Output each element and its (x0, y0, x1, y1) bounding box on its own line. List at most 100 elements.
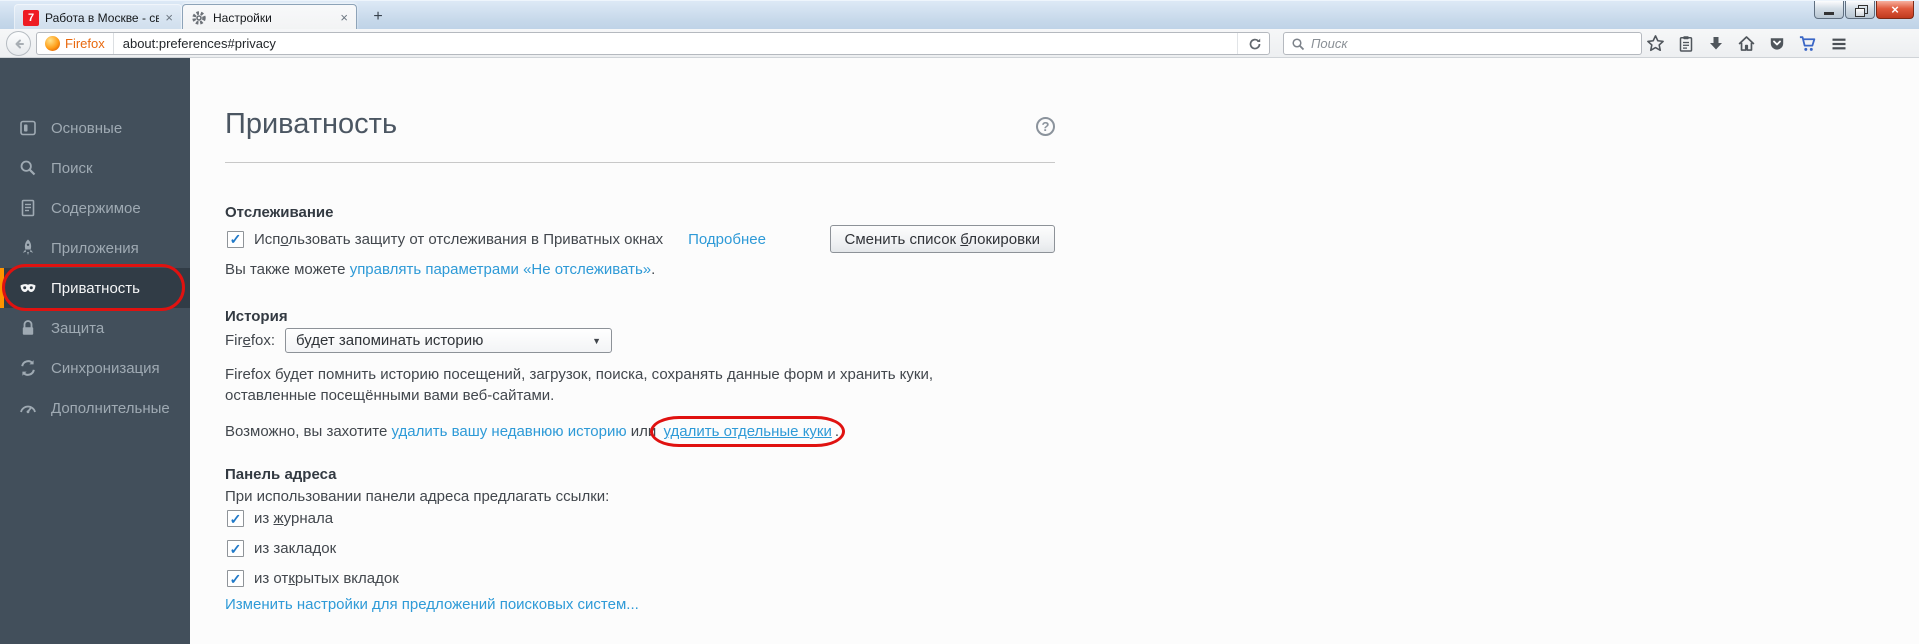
search-input[interactable] (1311, 36, 1634, 51)
toolbar-buttons (1646, 29, 1849, 58)
firefox-will-label: Firefox: (225, 332, 276, 349)
window-controls: × (1813, 1, 1914, 19)
clear-prefix-text: Возможно, вы захотите (225, 423, 392, 440)
sidebar-item-label: Основные (51, 119, 123, 137)
tab-rabota-v-moskve[interactable]: 7 Работа в Москве - свежие... × (14, 4, 182, 30)
sync-icon (21, 360, 35, 376)
preferences-content: Приватность ? Отслеживание ✓ Использоват… (190, 58, 1919, 644)
tab-title: Настройки (213, 10, 272, 25)
new-tab-button[interactable]: + (366, 7, 390, 26)
back-button[interactable] (6, 31, 31, 56)
bookmarks-menu-button[interactable] (1677, 35, 1695, 53)
sidebar-item-sync[interactable]: Синхронизация (0, 348, 190, 388)
clear-recent-history-link[interactable]: удалить вашу недавнюю историю (391, 423, 626, 440)
lock-icon (22, 320, 34, 335)
title-divider (225, 162, 1055, 163)
history-mode-dropdown[interactable]: будет запоминать историю ▼ (285, 328, 613, 353)
dnt-suffix-text: . (651, 261, 656, 278)
help-button[interactable]: ? (1036, 117, 1055, 136)
site-favicon: 7 (23, 9, 39, 26)
sidebar-item-label: Приложения (51, 239, 139, 257)
tab-title: Работа в Москве - свежие... (45, 10, 160, 25)
sidebar-item-advanced[interactable]: Дополнительные (0, 388, 190, 428)
checkmark-icon: ✓ (229, 540, 242, 557)
suggest-bookmarks-label: из закладок (254, 540, 337, 557)
cart-extension-button[interactable] (1798, 34, 1817, 53)
section-header-tracking: Отслеживание (225, 204, 334, 221)
reload-button[interactable] (1237, 33, 1263, 54)
suggest-bookmarks-row: ✓ из закладок (225, 540, 336, 557)
close-tab-icon[interactable]: × (165, 11, 173, 24)
clear-suffix-text: . (834, 423, 840, 440)
tracking-protection-checkbox[interactable]: ✓ (227, 230, 244, 248)
preferences-sidebar: Основные Поиск Содержимое Приложения При… (0, 58, 190, 644)
history-mode-row: Firefox: будет запоминать историю ▼ (225, 328, 613, 353)
checkmark-icon: ✓ (229, 570, 242, 587)
hamburger-icon (1832, 38, 1846, 49)
minimize-icon (1824, 11, 1834, 15)
history-description: Firefox будет помнить историю посещений,… (225, 366, 934, 404)
clear-history-row: Возможно, вы захотите удалить вашу недав… (225, 416, 845, 447)
close-tab-icon[interactable]: × (340, 11, 348, 24)
sidebar-item-search[interactable]: Поиск (0, 148, 190, 188)
tab-settings[interactable]: Настройки × (182, 4, 357, 30)
checkmark-icon: ✓ (229, 231, 242, 247)
rocket-icon (22, 239, 34, 256)
change-block-list-button[interactable]: Сменить список блокировки (829, 225, 1055, 253)
close-window-button[interactable]: × (1876, 1, 1914, 19)
manage-dnt-link[interactable]: управлять параметрами «Не отслеживать» (350, 261, 651, 278)
back-arrow-icon (15, 39, 24, 48)
suggest-open-tabs-row: ✓ из открытых вкладок (225, 570, 399, 587)
page-title: Приватность (225, 108, 398, 140)
minimize-button[interactable] (1814, 1, 1844, 19)
sidebar-item-applications[interactable]: Приложения (0, 228, 190, 268)
download-arrow-icon (1710, 36, 1722, 49)
identity-badge[interactable]: Firefox (43, 33, 114, 54)
learn-more-link[interactable]: Подробнее (688, 231, 766, 248)
checkmark-icon: ✓ (229, 510, 242, 527)
dnt-prefix-text: Вы также можете (225, 261, 350, 278)
chevron-down-icon: ▼ (592, 335, 602, 346)
search-bar[interactable] (1283, 32, 1642, 55)
search-icon (20, 160, 36, 176)
downloads-button[interactable] (1707, 35, 1725, 53)
suggest-bookmarks-checkbox[interactable]: ✓ (227, 540, 244, 557)
suggest-history-row: ✓ из журнала (225, 510, 333, 527)
reload-icon (1249, 38, 1261, 49)
dropdown-selected-value: будет запоминать историю (296, 332, 484, 349)
navigation-toolbar: Firefox about:preferences#privacy (0, 29, 1919, 58)
star-icon (1647, 35, 1664, 52)
home-button[interactable] (1737, 34, 1756, 53)
sidebar-item-content[interactable]: Содержимое (0, 188, 190, 228)
search-icon (1292, 37, 1305, 50)
suggest-open-tabs-checkbox[interactable]: ✓ (227, 570, 244, 587)
suggest-open-tabs-label: из открытых вкладок (254, 570, 399, 587)
suggest-history-label: из журнала (254, 510, 334, 527)
clipboard-icon (1679, 35, 1693, 52)
section-header-location-bar: Панель адреса (225, 466, 337, 483)
sidebar-item-privacy[interactable]: Приватность (0, 268, 190, 308)
suggest-history-checkbox[interactable]: ✓ (227, 510, 244, 527)
gear-icon (192, 10, 206, 25)
url-bar[interactable]: Firefox about:preferences#privacy (36, 32, 1270, 55)
restore-button[interactable] (1845, 1, 1875, 19)
general-icon (20, 120, 36, 136)
bookmark-star-button[interactable] (1646, 34, 1665, 53)
shopping-cart-icon (1799, 36, 1816, 51)
home-icon (1738, 36, 1755, 51)
pocket-button[interactable] (1768, 35, 1786, 53)
section-header-history: История (225, 308, 288, 325)
change-search-suggestions-link[interactable]: Изменить настройки для предложений поиск… (225, 596, 639, 613)
restore-icon (1854, 4, 1868, 17)
mask-icon (20, 284, 36, 292)
remove-individual-cookies-link[interactable]: удалить отдельные куки (663, 423, 831, 440)
url-text[interactable]: about:preferences#privacy (123, 36, 276, 51)
sidebar-item-general[interactable]: Основные (0, 108, 190, 148)
sidebar-item-security[interactable]: Защита (0, 308, 190, 348)
menu-button[interactable] (1829, 35, 1849, 53)
identity-label: Firefox (65, 36, 105, 51)
sidebar-item-label: Синхронизация (51, 359, 160, 377)
sidebar-item-label: Защита (51, 319, 105, 337)
do-not-track-row: Вы также можете управлять параметрами «Н… (225, 261, 655, 278)
sidebar-item-label: Дополнительные (51, 399, 170, 417)
